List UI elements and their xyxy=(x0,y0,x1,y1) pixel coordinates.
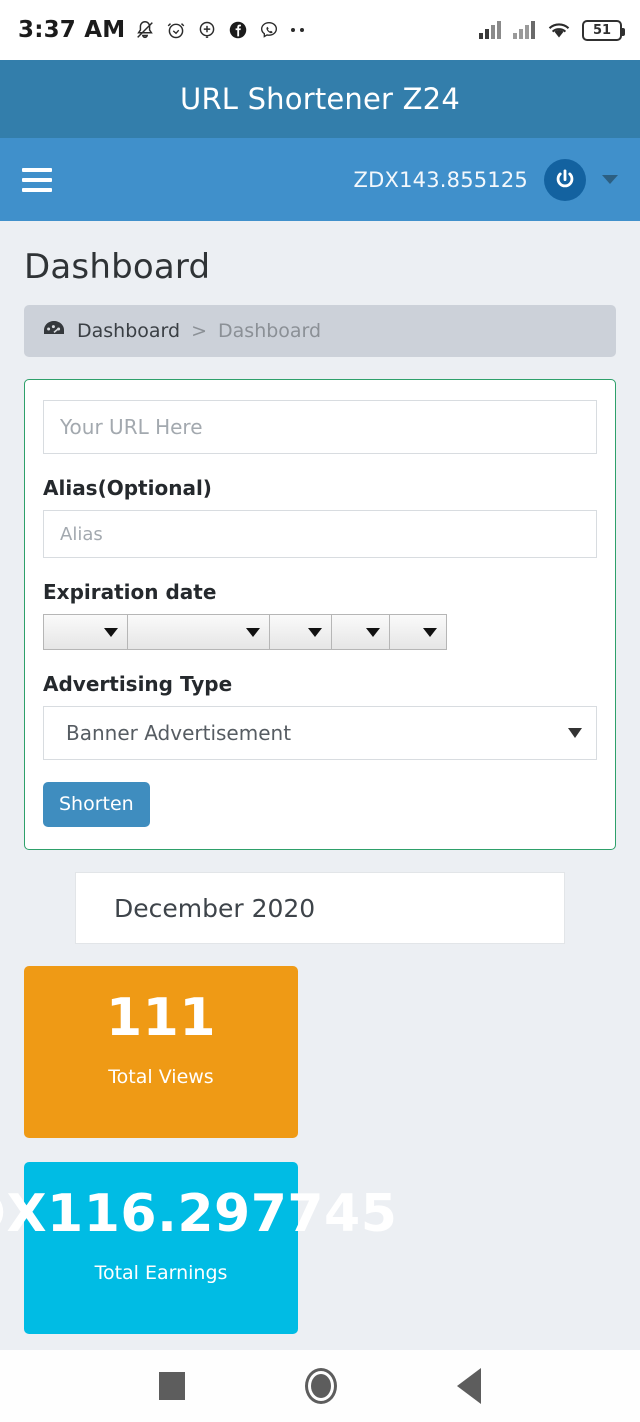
breadcrumb-link[interactable]: Dashboard xyxy=(77,320,180,342)
signal-bars-icon xyxy=(512,20,536,40)
signal-bars-icon xyxy=(478,20,502,40)
android-navigation-bar xyxy=(0,1350,640,1422)
url-input[interactable]: Your URL Here xyxy=(43,400,597,454)
expiration-month-select[interactable] xyxy=(127,614,269,650)
month-filter-value: December 2020 xyxy=(114,893,316,923)
triangle-back-icon[interactable] xyxy=(457,1368,481,1404)
chevron-down-icon xyxy=(568,728,582,738)
account-balance: ZDX143.855125 xyxy=(353,167,528,192)
breadcrumb-current: Dashboard xyxy=(218,320,322,342)
status-bar: 3:37 AM 51 xyxy=(0,0,640,60)
chevron-down-icon xyxy=(104,627,118,637)
facebook-icon xyxy=(227,19,249,41)
stat-label: Total Earnings xyxy=(94,1262,228,1284)
expiration-date-label: Expiration date xyxy=(43,580,217,604)
stat-value: 111 xyxy=(105,988,217,1048)
wifi-icon xyxy=(546,20,572,40)
advertising-type-select[interactable]: Banner Advertisement xyxy=(43,706,597,760)
shorten-button[interactable]: Shorten xyxy=(43,782,150,827)
viber-icon xyxy=(258,19,280,41)
status-bar-right: 51 xyxy=(478,19,625,41)
page-body: Dashboard Dashboard > Dashboard Your URL… xyxy=(0,221,640,1422)
chevron-down-icon xyxy=(308,627,322,637)
tachometer-icon xyxy=(42,319,66,343)
page-title: Dashboard xyxy=(24,247,211,287)
stat-card-total-views[interactable]: 111 Total Views xyxy=(24,966,298,1138)
alias-label: Alias(Optional) xyxy=(43,476,212,500)
app-title: URL Shortener Z24 xyxy=(180,82,460,116)
power-icon[interactable] xyxy=(544,158,586,201)
month-filter-select[interactable]: December 2020 xyxy=(75,872,565,944)
more-dots-icon xyxy=(289,26,309,34)
main-navbar: ZDX143.855125 xyxy=(0,138,640,221)
status-bar-left: 3:37 AM xyxy=(18,17,309,43)
phone-screen: 3:37 AM 51 URL Shortener Z24 ZDX143.8551… xyxy=(0,0,640,1422)
expiration-minute-select[interactable] xyxy=(389,614,447,650)
expiration-hour-select[interactable] xyxy=(331,614,389,650)
caret-down-icon[interactable] xyxy=(602,175,618,184)
circle-icon[interactable] xyxy=(305,1368,337,1404)
chevron-down-icon xyxy=(423,627,437,637)
shorten-form-card: Your URL Here Alias(Optional) Alias Expi… xyxy=(24,379,616,850)
expiration-day-select[interactable] xyxy=(43,614,127,650)
plus-circle-icon xyxy=(196,19,218,41)
navbar-right: ZDX143.855125 xyxy=(353,158,618,201)
breadcrumb: Dashboard > Dashboard xyxy=(24,305,616,357)
app-title-bar: URL Shortener Z24 xyxy=(0,60,640,138)
alarm-clock-icon xyxy=(165,19,187,41)
advertising-type-label: Advertising Type xyxy=(43,672,233,696)
content-container: Dashboard Dashboard > Dashboard Your URL… xyxy=(0,221,640,1422)
chevron-down-icon xyxy=(366,627,380,637)
status-bar-clock: 3:37 AM xyxy=(18,17,126,43)
stat-value: ZDX116.297745 xyxy=(0,1184,398,1244)
expiration-year-select[interactable] xyxy=(269,614,331,650)
battery-indicator: 51 xyxy=(582,19,625,41)
stat-card-total-earnings[interactable]: ZDX116.297745 Total Earnings xyxy=(0,1162,397,1334)
bell-muted-icon xyxy=(134,19,156,41)
stat-label: Total Views xyxy=(108,1066,214,1088)
chevron-down-icon xyxy=(246,627,260,637)
breadcrumb-separator: > xyxy=(191,320,208,342)
square-icon[interactable] xyxy=(159,1372,185,1400)
month-filter-row: December 2020 xyxy=(24,872,616,944)
advertising-type-value: Banner Advertisement xyxy=(66,721,292,745)
battery-level: 51 xyxy=(592,22,612,38)
alias-input[interactable]: Alias xyxy=(43,510,597,558)
expiration-date-selects xyxy=(43,614,597,650)
hamburger-icon[interactable] xyxy=(22,167,52,192)
